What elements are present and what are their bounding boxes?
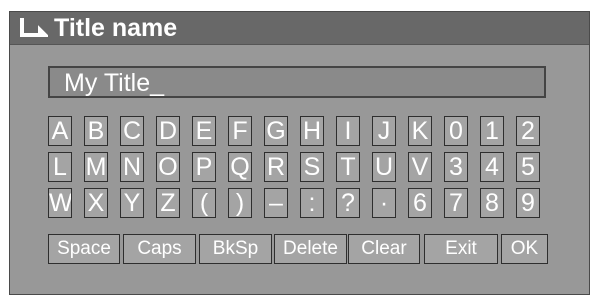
key-j[interactable]: J: [372, 116, 396, 146]
key-c[interactable]: C: [120, 116, 144, 146]
key-5[interactable]: 5: [516, 152, 540, 182]
key-o[interactable]: O: [156, 152, 180, 182]
key-symbol-2-5[interactable]: ): [228, 188, 252, 218]
key-k[interactable]: K: [408, 116, 432, 146]
key-b[interactable]: B: [84, 116, 108, 146]
return-arrow-icon: [18, 18, 50, 40]
title-input-value: My Title_: [64, 69, 165, 97]
key-8[interactable]: 8: [480, 188, 504, 218]
key-a[interactable]: A: [48, 116, 72, 146]
key-symbol-2-9[interactable]: ·: [372, 188, 396, 218]
key-s[interactable]: S: [300, 152, 324, 182]
key-9[interactable]: 9: [516, 188, 540, 218]
key-f[interactable]: F: [228, 116, 252, 146]
key-z[interactable]: Z: [156, 188, 180, 218]
exit-key[interactable]: Exit: [424, 234, 498, 264]
key-6[interactable]: 6: [408, 188, 432, 218]
key-0[interactable]: 0: [444, 116, 468, 146]
key-l[interactable]: L: [48, 152, 72, 182]
caps-key[interactable]: Caps: [123, 234, 196, 264]
key-symbol-2-6[interactable]: –: [264, 188, 288, 218]
key-t[interactable]: T: [336, 152, 360, 182]
key-w[interactable]: W: [48, 188, 72, 218]
key-1[interactable]: 1: [480, 116, 504, 146]
key-e[interactable]: E: [192, 116, 216, 146]
key-u[interactable]: U: [372, 152, 396, 182]
key-3[interactable]: 3: [444, 152, 468, 182]
key-symbol-2-8[interactable]: ?: [336, 188, 360, 218]
title-input[interactable]: My Title_: [48, 66, 546, 98]
key-p[interactable]: P: [192, 152, 216, 182]
dialog-title: Title name: [54, 14, 178, 42]
title-name-dialog: Title name My Title_ ABCDEFGHIJK012 LMNOP…: [9, 11, 590, 295]
key-n[interactable]: N: [120, 152, 144, 182]
key-4[interactable]: 4: [480, 152, 504, 182]
key-symbol-2-7[interactable]: :: [300, 188, 324, 218]
space-key[interactable]: Space: [48, 234, 120, 264]
key-7[interactable]: 7: [444, 188, 468, 218]
key-2[interactable]: 2: [516, 116, 540, 146]
key-r[interactable]: R: [264, 152, 288, 182]
key-h[interactable]: H: [300, 116, 324, 146]
key-v[interactable]: V: [408, 152, 432, 182]
key-q[interactable]: Q: [228, 152, 252, 182]
key-i[interactable]: I: [336, 116, 360, 146]
bksp-key[interactable]: BkSp: [199, 234, 272, 264]
key-m[interactable]: M: [84, 152, 108, 182]
key-g[interactable]: G: [264, 116, 288, 146]
key-d[interactable]: D: [156, 116, 180, 146]
clear-key[interactable]: Clear: [348, 234, 420, 264]
delete-key[interactable]: Delete: [274, 234, 347, 264]
dialog-titlebar: Title name: [10, 12, 589, 45]
key-x[interactable]: X: [84, 188, 108, 218]
key-symbol-2-4[interactable]: (: [192, 188, 216, 218]
key-y[interactable]: Y: [120, 188, 144, 218]
ok-key[interactable]: OK: [501, 234, 548, 264]
